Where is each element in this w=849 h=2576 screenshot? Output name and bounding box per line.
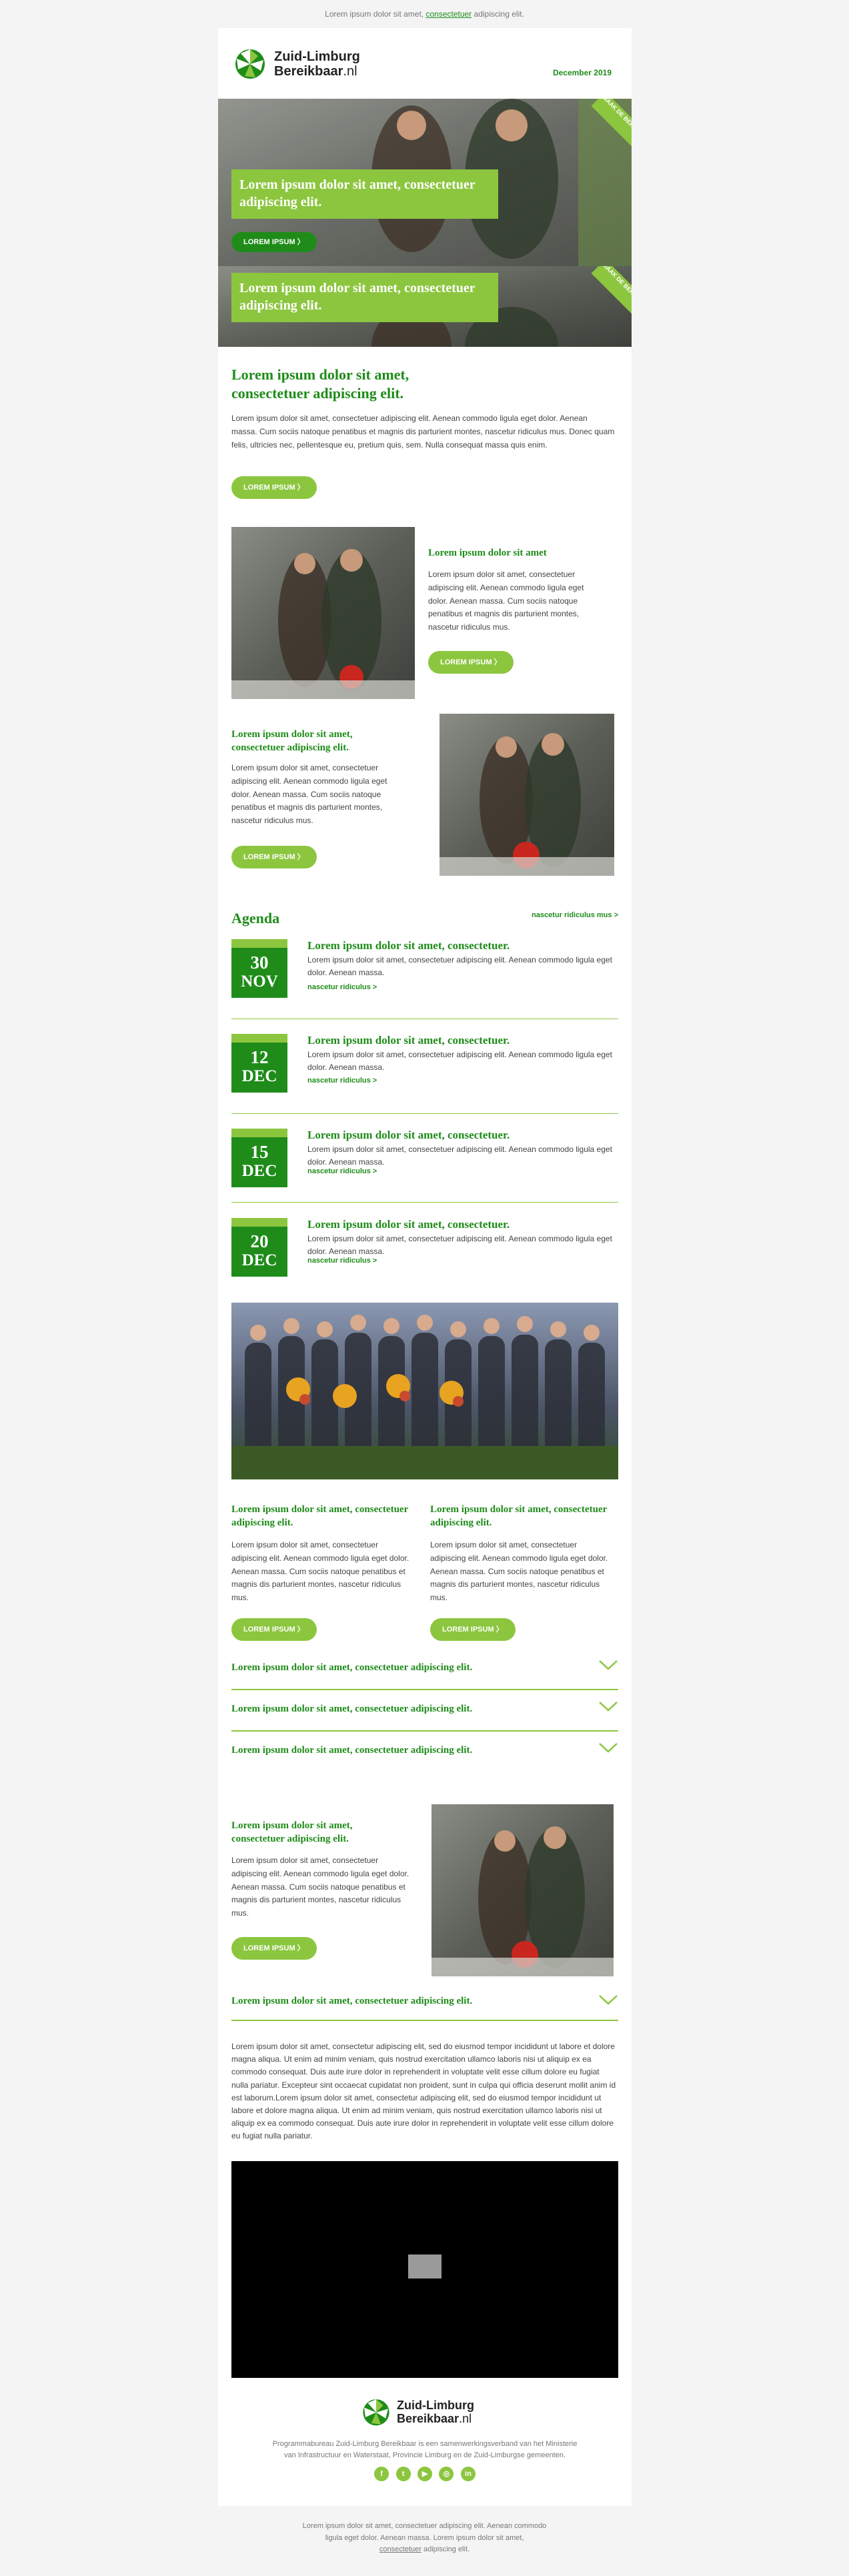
feature2-title: Lorem ipsum dolor sit amet, consectetuer… [231, 729, 353, 753]
accordion-item[interactable]: Lorem ipsum dolor sit amet, consectetuer… [231, 1690, 618, 1732]
agenda-title: Agenda [231, 910, 280, 926]
agenda-item-title: Lorem ipsum dolor sit amet, consectetuer… [307, 1218, 510, 1231]
agenda-item: 20 DEC Lorem ipsum dolor sit amet, conse… [231, 1218, 618, 1285]
brand-name-line2: Bereikbaar [274, 64, 343, 79]
disclaimer: Programmabureau Zuid-Limburg Bereikbaar … [272, 2440, 578, 2460]
footer-link[interactable]: consectetuer [379, 2545, 421, 2553]
col-right-text: Lorem ipsum dolor sit amet, consectetuer… [430, 1540, 608, 1603]
brand-name-line1: Zuid-Limburg [274, 49, 360, 64]
col-right-title: Lorem ipsum dolor sit amet, consectetuer… [430, 1504, 607, 1528]
preheader-text: Lorem ipsum dolor sit amet, [325, 9, 426, 19]
brand-name-line1: Zuid-Limburg [397, 2399, 474, 2412]
agenda-more-link[interactable]: nascetur ridiculus mus > [532, 911, 618, 919]
preheader: Lorem ipsum dolor sit amet, consectetuer… [0, 0, 849, 28]
accordion-content: Lorem ipsum dolor sit amet, consectetur … [231, 2042, 616, 2141]
feature3-button[interactable]: LOREM IPSUM 〉 [231, 1937, 317, 1960]
linkedin-icon[interactable]: in [460, 2467, 476, 2481]
feature3-text: Lorem ipsum dolor sit amet, consectetuer… [231, 1856, 409, 1918]
youtube-icon[interactable]: ▶ [417, 2467, 432, 2481]
footer: Lorem ipsum dolor sit amet, consectetuer… [0, 2506, 849, 2556]
twitter-icon[interactable]: t [395, 2467, 411, 2481]
agenda-item: 30 NOV Lorem ipsum dolor sit amet, conse… [231, 939, 618, 1006]
video-play-icon[interactable] [408, 2255, 442, 2279]
hero-corner-badge-2: MAAK DE BEREIKBAAR [578, 266, 632, 319]
issue-date: December 2019 [552, 68, 612, 77]
footer-line2: ligula eget dolor. Aenean massa. Lorem i… [325, 2533, 524, 2542]
agenda-item-text: Lorem ipsum dolor sit amet, consectetuer… [307, 1145, 612, 1167]
col-left-button[interactable]: LOREM IPSUM 〉 [231, 1618, 317, 1641]
hero-title-2: Lorem ipsum dolor sit amet, consectetuer… [239, 281, 476, 313]
agenda-item-title: Lorem ipsum dolor sit amet, consectetuer… [307, 939, 510, 952]
preheader-text-end: adipiscing elit. [472, 9, 524, 19]
intro-text: Lorem ipsum dolor sit amet, consectetuer… [231, 414, 615, 450]
agenda-item-text: Lorem ipsum dolor sit amet, consectetuer… [307, 1234, 612, 1256]
agenda-item-link[interactable]: nascetur ridiculus > [307, 1257, 377, 1265]
agenda-item: 12 DEC Lorem ipsum dolor sit amet, conse… [231, 1034, 618, 1101]
feature3-image [432, 1804, 614, 1976]
agenda-item: 15 DEC Lorem ipsum dolor sit amet, conse… [231, 1129, 618, 1195]
agenda-item-text: Lorem ipsum dolor sit amet, consectetuer… [307, 955, 612, 977]
feature2-button[interactable]: LOREM IPSUM 〉 [231, 846, 317, 868]
agenda-date: 20 DEC [231, 1218, 287, 1277]
col-right-button[interactable]: LOREM IPSUM 〉 [430, 1618, 516, 1641]
leaf-logo-icon [235, 49, 265, 79]
agenda-date: 15 DEC [231, 1129, 287, 1187]
agenda-item-link[interactable]: nascetur ridiculus > [307, 983, 377, 991]
hero-title-1: Lorem ipsum dolor sit amet, consectetuer… [239, 177, 476, 209]
feature1-image [231, 527, 415, 699]
intro-button[interactable]: LOREM IPSUM 〉 [231, 476, 317, 499]
bottom-logo[interactable]: Zuid-Limburg Bereikbaar.nl [359, 2393, 493, 2431]
divider [231, 1113, 618, 1114]
feature1-title: Lorem ipsum dolor sit amet [428, 548, 547, 558]
agenda-item-link[interactable]: nascetur ridiculus > [307, 1167, 377, 1175]
footer-line3: adipiscing elit. [421, 2545, 470, 2554]
email-body: Zuid-Limburg Bereikbaar.nl December 2019… [218, 28, 632, 2506]
accordion-item[interactable]: Lorem ipsum dolor sit amet, consectetuer… [231, 1649, 618, 1690]
feature3-title: Lorem ipsum dolor sit amet, consectetuer… [231, 1820, 353, 1844]
feature1-text: Lorem ipsum dolor sit amet, consectetuer… [428, 570, 584, 632]
brand-tld: .nl [459, 2412, 472, 2425]
agenda-date: 12 DEC [231, 1034, 287, 1093]
instagram-icon[interactable]: ◎ [439, 2467, 454, 2481]
feature1-button[interactable]: LOREM IPSUM 〉 [428, 651, 514, 674]
chevron-down-icon [599, 1660, 618, 1670]
chevron-down-icon [599, 1702, 618, 1712]
leaf-logo-icon [363, 2399, 389, 2426]
col-left-text: Lorem ipsum dolor sit amet, consectetuer… [231, 1540, 409, 1603]
hero-title-box-1: Lorem ipsum dolor sit amet, consectetuer… [231, 169, 498, 219]
brand-tld: .nl [343, 64, 357, 79]
divider [231, 1202, 618, 1203]
feature2-text: Lorem ipsum dolor sit amet, consectetuer… [231, 763, 387, 826]
hero-button-1[interactable]: LOREM IPSUM 〉 [231, 232, 317, 252]
hero-corner-badge-1: MAAK DE BEREIKBAAR [578, 99, 632, 152]
social-links: f t ▶ ◎ in [218, 2467, 632, 2481]
agenda-item-title: Lorem ipsum dolor sit amet, consectetuer… [307, 1129, 510, 1141]
chevron-down-icon [599, 1743, 618, 1753]
col-left-title: Lorem ipsum dolor sit amet, consectetuer… [231, 1504, 408, 1528]
accordion-item[interactable]: Lorem ipsum dolor sit amet, consectetuer… [231, 1732, 618, 1773]
hero-title-box-2: Lorem ipsum dolor sit amet, consectetuer… [231, 273, 498, 322]
group-photo [231, 1303, 618, 1479]
brand-name-line2: Bereikbaar [397, 2412, 460, 2425]
intro-title: Lorem ipsum dolor sit amet, consectetuer… [231, 366, 409, 402]
accordion-item-open[interactable]: Lorem ipsum dolor sit amet, consectetuer… [231, 1988, 618, 2021]
footer-line1: Lorem ipsum dolor sit amet, consectetuer… [302, 2522, 547, 2530]
facebook-icon[interactable]: f [374, 2467, 389, 2481]
preheader-link[interactable]: consectetuer [426, 9, 472, 19]
feature2-image [440, 714, 614, 876]
chevron-down-icon [599, 1995, 618, 2005]
agenda-date: 30 NOV [231, 939, 287, 998]
agenda-item-text: Lorem ipsum dolor sit amet, consectetuer… [307, 1050, 612, 1072]
agenda-item-link[interactable]: nascetur ridiculus > [307, 1077, 377, 1085]
agenda-item-title: Lorem ipsum dolor sit amet, consectetuer… [307, 1034, 510, 1047]
video-player[interactable] [231, 2161, 618, 2378]
